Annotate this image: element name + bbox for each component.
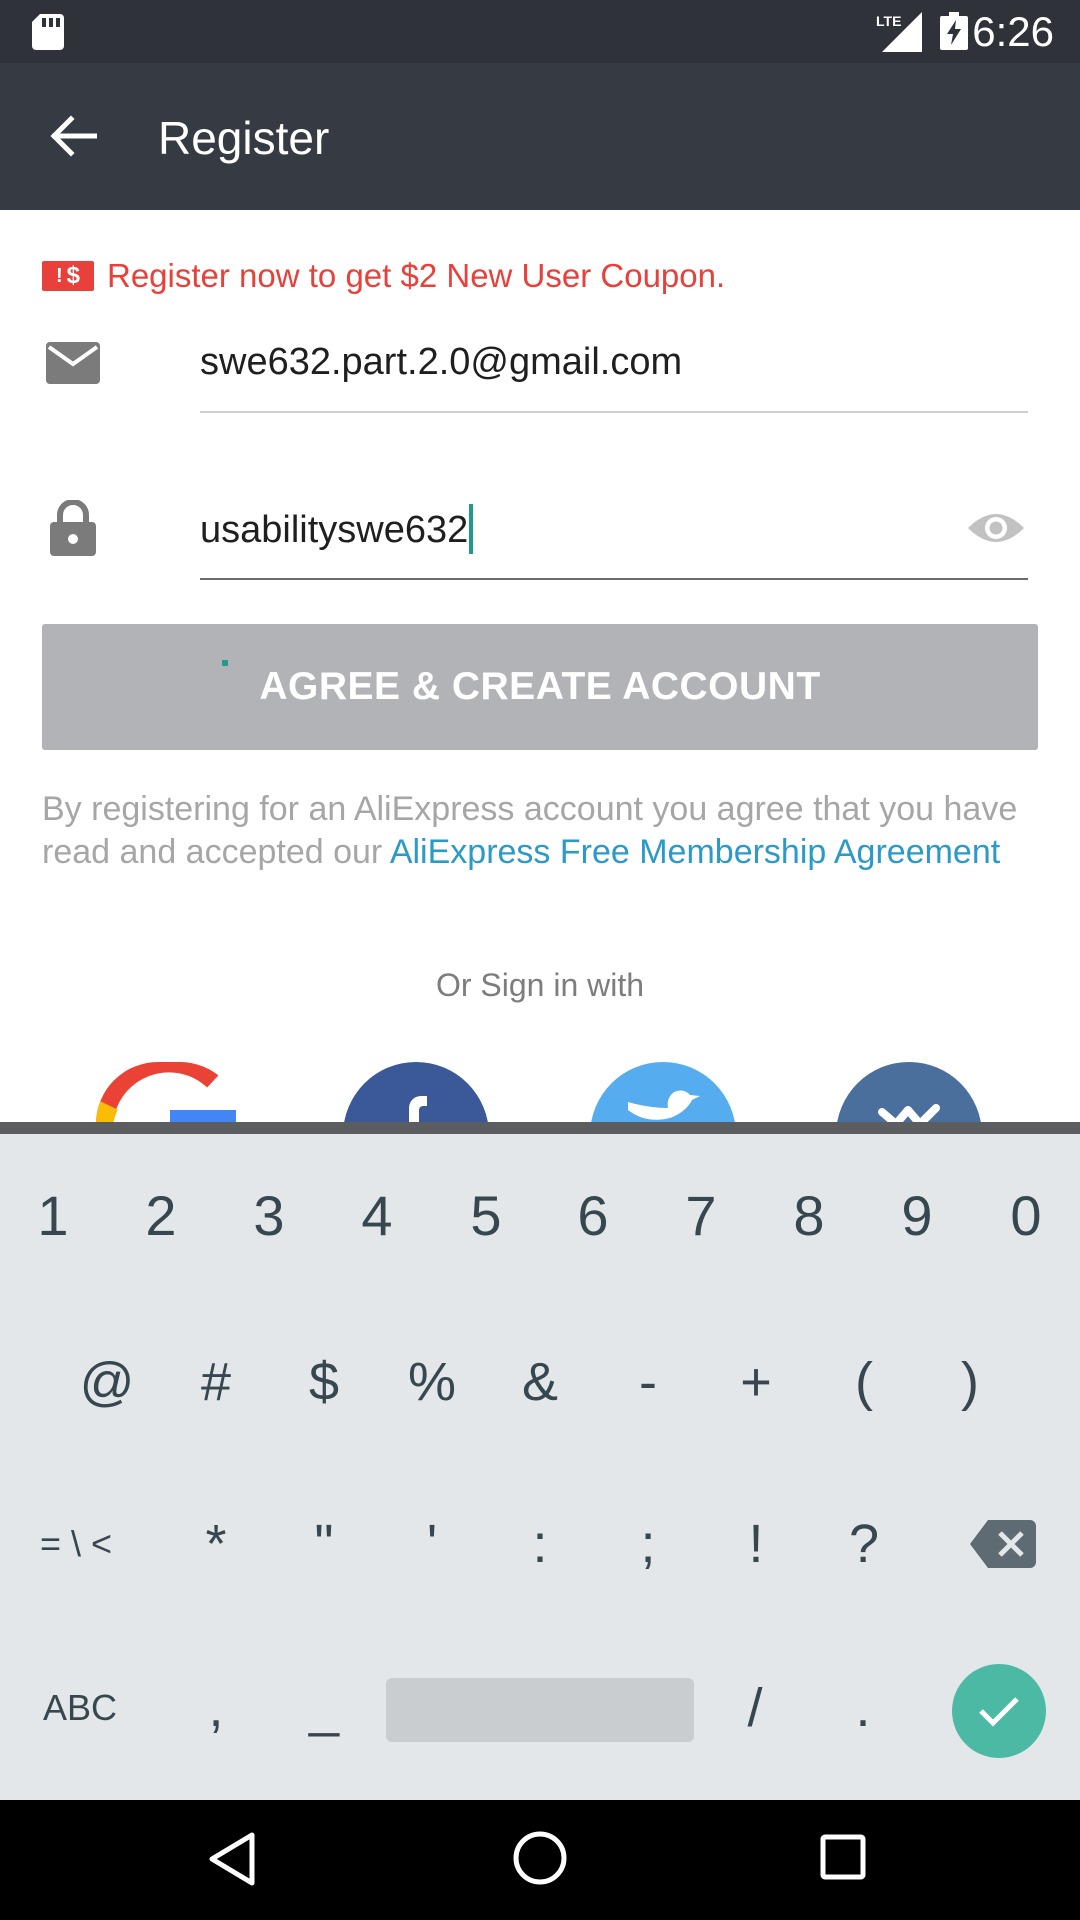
key-1[interactable]: 1 [3,1176,103,1256]
membership-agreement-link[interactable]: AliExpress Free Membership Agreement [390,833,1000,871]
key-6[interactable]: 6 [543,1176,643,1256]
backspace-icon [970,1520,1036,1568]
nav-back-icon [209,1832,255,1886]
key-open-paren[interactable]: ( [814,1342,914,1422]
key-asterisk[interactable]: * [166,1504,266,1584]
svg-text:LTE: LTE [876,13,901,29]
password-field[interactable]: usabilityswe632 [200,500,1028,560]
facebook-signin-button[interactable] [343,1062,489,1124]
key-more-symbols[interactable]: = \ < [26,1504,126,1584]
vk-icon [836,1062,982,1124]
ripple-dot [222,660,228,666]
key-question[interactable]: ? [814,1504,914,1584]
clock: 6:26 [972,8,1054,55]
key-plus[interactable]: + [706,1342,806,1422]
key-3[interactable]: 3 [219,1176,319,1256]
key-underscore[interactable]: _ [274,1668,374,1748]
legal-text: By registering for an AliExpress account… [42,788,1038,874]
key-comma[interactable]: , [166,1668,266,1748]
battery-charging-icon [940,12,968,55]
key-5[interactable]: 5 [436,1176,536,1256]
key-double-quote[interactable]: " [274,1504,374,1584]
key-slash[interactable]: / [705,1668,805,1748]
promo-banner: ! $ Register now to get $2 New User Coupo… [42,256,725,296]
done-key[interactable] [952,1664,1046,1758]
key-abc[interactable]: ABC [30,1668,130,1748]
key-percent[interactable]: % [382,1342,482,1422]
key-period[interactable]: . [813,1668,913,1748]
nav-recent-button[interactable] [820,1834,866,1885]
keyboard-row-symbols-2: = \ < * " ' : ; ! ? [0,1504,1080,1584]
eye-icon[interactable] [966,508,1026,553]
keyboard-row-symbols-1: @ # $ % & - + ( ) [0,1342,1080,1422]
key-minus[interactable]: - [598,1342,698,1422]
key-7[interactable]: 7 [651,1176,751,1256]
key-ampersand[interactable]: & [490,1342,590,1422]
key-2[interactable]: 2 [111,1176,211,1256]
arrow-back-icon [50,115,97,157]
social-heading: Or Sign in with [435,967,645,1003]
key-0[interactable]: 0 [976,1176,1076,1256]
lte-signal-icon: LTE [876,12,922,57]
create-account-button[interactable]: AGREE & CREATE ACCOUNT [42,624,1038,750]
key-exclamation[interactable]: ! [706,1504,806,1584]
nav-home-button[interactable] [510,1828,570,1893]
system-nav-bar [0,1800,1080,1920]
space-key[interactable] [386,1678,694,1742]
key-single-quote[interactable]: ' [382,1504,482,1584]
google-signin-button[interactable] [96,1062,242,1124]
create-account-label: AGREE & CREATE ACCOUNT [259,665,821,708]
facebook-icon [343,1062,489,1124]
key-4[interactable]: 4 [327,1176,427,1256]
text-cursor [469,503,474,554]
password-underline [200,578,1028,580]
coupon-icon: ! $ [42,261,94,291]
email-underline [200,411,1028,413]
mail-icon [46,342,100,389]
password-value: usabilityswe632 [200,509,469,551]
key-hash[interactable]: # [166,1342,266,1422]
check-icon [979,1697,1019,1727]
backspace-key[interactable] [970,1520,1036,1573]
lock-icon [50,499,96,561]
keyboard-divider [0,1122,1080,1134]
promo-text: Register now to get $2 New User Coupon. [107,257,726,294]
page-title: Register [158,112,330,164]
key-8[interactable]: 8 [759,1176,859,1256]
google-icon [96,1062,236,1124]
key-at[interactable]: @ [57,1342,157,1422]
vk-signin-button[interactable] [836,1062,982,1124]
nav-back-button[interactable] [208,1832,256,1891]
nav-recent-icon [820,1834,866,1880]
app-toolbar: Register [0,63,1080,210]
status-bar: LTE 6:26 [0,0,1080,63]
keyboard-row-numbers: 1 2 3 4 5 6 7 8 9 0 [0,1176,1080,1256]
twitter-icon [590,1062,736,1124]
back-button[interactable] [30,93,116,179]
twitter-signin-button[interactable] [590,1062,736,1124]
key-semicolon[interactable]: ; [598,1504,698,1584]
email-field[interactable]: swe632.part.2.0@gmail.com [200,332,1028,392]
key-colon[interactable]: : [490,1504,590,1584]
key-9[interactable]: 9 [867,1176,967,1256]
nav-home-icon [513,1831,567,1885]
sd-card-icon [32,14,64,55]
key-close-paren[interactable]: ) [920,1342,1020,1422]
key-dollar[interactable]: $ [274,1342,374,1422]
